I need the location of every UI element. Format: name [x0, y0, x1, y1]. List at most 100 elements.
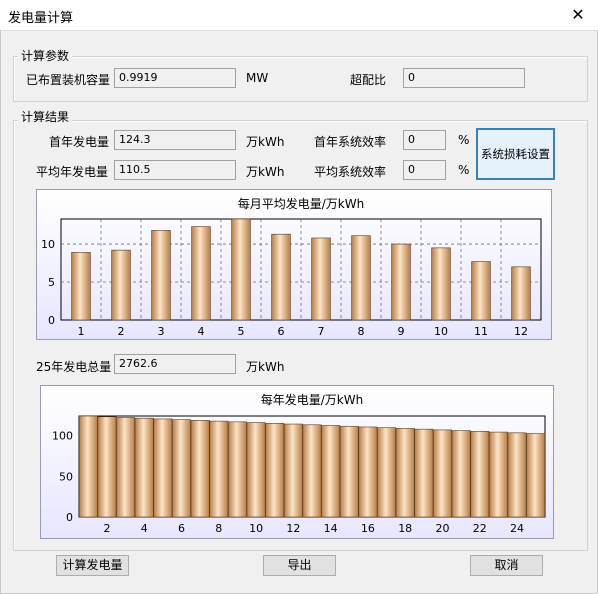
bar	[191, 226, 211, 321]
avg-year-unit: 万kWh	[246, 165, 285, 179]
bar	[451, 430, 471, 518]
bar	[246, 422, 266, 518]
total-unit: 万kWh	[246, 360, 285, 374]
x-tick-label: 18	[398, 522, 412, 535]
x-tick-label: 6	[278, 325, 285, 338]
bar	[511, 266, 531, 321]
x-tick-label: 14	[324, 522, 338, 535]
bar	[470, 431, 490, 518]
first-eff-unit: %	[458, 133, 470, 147]
x-tick-label: 22	[473, 522, 487, 535]
capacity-label: 已布置装机容量	[26, 73, 111, 87]
x-tick-label: 6	[178, 522, 185, 535]
bar	[78, 415, 98, 518]
x-tick-label: 16	[361, 522, 375, 535]
x-tick-label: 11	[474, 325, 488, 338]
chart-title: 每月平均发电量/万kWh	[238, 196, 364, 211]
bar	[414, 428, 434, 518]
y-tick-label: 0	[48, 314, 55, 327]
bar	[231, 218, 251, 321]
x-tick-label: 1	[78, 325, 85, 338]
window-title: 发电量计算	[8, 11, 74, 26]
first-eff-label: 首年系统效率	[314, 135, 387, 149]
bar	[134, 417, 154, 518]
x-tick-label: 12	[286, 522, 300, 535]
avg-eff-unit: %	[458, 163, 470, 177]
bar	[339, 425, 359, 518]
loss-settings-button[interactable]: 系统损耗设置	[476, 128, 555, 180]
y-tick-label: 0	[66, 511, 73, 524]
x-tick-label: 10	[249, 522, 263, 535]
bar	[190, 420, 210, 518]
bar	[116, 417, 136, 518]
avg-eff-label: 平均系统效率	[314, 165, 387, 179]
capacity-unit: MW	[246, 71, 269, 85]
avg-year-label: 平均年发电量	[36, 165, 109, 179]
avg-year-field[interactable]: 110.5	[114, 160, 236, 180]
bar	[351, 235, 371, 321]
results-group-label: 计算结果	[18, 108, 73, 125]
x-tick-label: 4	[141, 522, 148, 535]
first-eff-field[interactable]: 0	[403, 130, 446, 150]
bar	[228, 421, 247, 518]
bar	[209, 420, 229, 518]
y-tick-label: 10	[41, 238, 55, 251]
bar	[283, 423, 303, 518]
export-button[interactable]: 导出	[263, 555, 336, 576]
capacity-field[interactable]: 0.9919	[114, 68, 236, 88]
bar	[97, 416, 117, 518]
x-tick-label: 3	[158, 325, 165, 338]
avg-eff-field[interactable]: 0	[403, 160, 446, 180]
bar	[172, 419, 191, 518]
bar	[471, 261, 491, 321]
ratio-field[interactable]: 0	[403, 68, 525, 88]
cancel-button[interactable]: 取消	[470, 555, 543, 576]
bar	[151, 230, 171, 321]
chart-title: 每年发电量/万kWh	[261, 392, 363, 407]
x-tick-label: 8	[358, 325, 365, 338]
first-year-label: 首年发电量	[49, 135, 110, 149]
monthly-chart: 每月平均发电量/万kWh05101 2 3 4 5 6 7 8 9 10 11 12	[41, 196, 542, 338]
x-tick-label: 24	[510, 522, 524, 535]
bar	[431, 247, 451, 321]
y-tick-label: 50	[59, 470, 73, 483]
bar	[377, 427, 396, 518]
bar	[265, 423, 285, 518]
bar	[153, 418, 173, 518]
y-tick-label: 5	[48, 276, 55, 289]
bar	[271, 233, 291, 321]
x-tick-label: 7	[318, 325, 325, 338]
bar	[526, 433, 546, 518]
x-tick-label: 5	[238, 325, 245, 338]
calc-button[interactable]: 计算发电量	[56, 555, 129, 576]
bar	[488, 431, 508, 518]
total-label: 25年发电总量	[36, 360, 112, 374]
bar	[321, 425, 341, 518]
yearly-chart-box: 每年发电量/万kWh 0 50 100 2 4 6 8 10 12 14 16 18 20 22 24	[40, 385, 554, 539]
close-icon[interactable]: ✕	[558, 0, 598, 30]
total-field[interactable]: 2762.6	[114, 354, 236, 374]
y-tick-label: 100	[52, 430, 73, 443]
x-tick-label: 2	[118, 325, 125, 338]
bar	[71, 252, 91, 321]
x-tick-label: 4	[198, 325, 205, 338]
title-bar: 发电量计算 ✕	[0, 0, 598, 31]
bar	[391, 243, 411, 321]
x-tick-label: 9	[398, 325, 405, 338]
bar	[111, 249, 131, 321]
bar	[358, 426, 378, 518]
x-tick-label: 10	[434, 325, 448, 338]
bar	[395, 428, 415, 518]
x-tick-label: 2	[103, 522, 110, 535]
monthly-chart-box: 每月平均发电量/万kWh 0 5 10 1 2 3 4 5 6 7 8 9 10 11 12	[36, 189, 552, 340]
x-tick-label: 8	[215, 522, 222, 535]
first-year-unit: 万kWh	[246, 135, 285, 149]
ratio-label: 超配比	[350, 73, 387, 87]
bar	[302, 424, 322, 518]
yearly-chart: 每年发电量/万kWh0501002 4 6 8 10 12 14 16 18 20 22 24	[52, 392, 546, 535]
bar	[507, 432, 527, 518]
first-year-field[interactable]: 124.3	[114, 130, 236, 150]
x-tick-label: 20	[435, 522, 449, 535]
params-group-label: 计算参数	[18, 47, 73, 64]
bar	[311, 237, 331, 321]
